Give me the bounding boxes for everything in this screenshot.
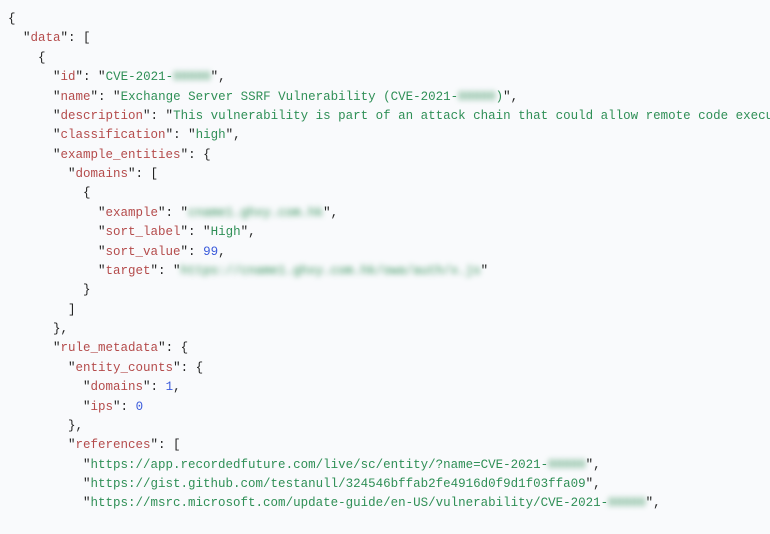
val-sort-label: High	[211, 225, 241, 239]
key-id: id	[61, 70, 76, 84]
key-entity-counts: entity_counts	[76, 361, 174, 375]
key-ec-domains: domains	[91, 380, 144, 394]
val-sort-value: 99	[203, 245, 218, 259]
json-code-block: { "data": [ { "id": "CVE-2021-00000", "n…	[0, 0, 770, 524]
val-ref0-prefix: https://app.recordedfuture.com/live/sc/e…	[91, 458, 549, 472]
val-example-redacted: cname1.ghxy.com.hk	[188, 206, 323, 220]
key-references: references	[76, 438, 151, 452]
key-example-entities: example_entities	[61, 148, 181, 162]
key-data: data	[31, 31, 61, 45]
val-target-redacted: https://cname1.ghxy.com.hk/owa/auth/x.js	[181, 264, 481, 278]
val-ref2-prefix: https://msrc.microsoft.com/update-guide/…	[91, 496, 609, 510]
key-rule-metadata: rule_metadata	[61, 341, 159, 355]
key-target: target	[106, 264, 151, 278]
key-sort-value: sort_value	[106, 245, 181, 259]
val-id-redacted: 00000	[173, 70, 211, 84]
key-domains: domains	[76, 167, 129, 181]
key-name: name	[61, 90, 91, 104]
val-ec-ips: 0	[136, 400, 144, 414]
key-ec-ips: ips	[91, 400, 114, 414]
key-description: description	[61, 109, 144, 123]
val-ec-domains: 1	[166, 380, 174, 394]
val-ref1: https://gist.github.com/testanull/324546…	[91, 477, 586, 491]
val-name-redacted: 00000	[458, 90, 496, 104]
val-id-prefix: CVE-2021-	[106, 70, 174, 84]
val-classification: high	[196, 128, 226, 142]
key-classification: classification	[61, 128, 166, 142]
val-name-prefix: Exchange Server SSRF Vulnerability (CVE-…	[121, 90, 459, 104]
val-ref2-redacted: 00000	[608, 496, 646, 510]
key-example: example	[106, 206, 159, 220]
key-sort-label: sort_label	[106, 225, 181, 239]
val-description: This vulnerability is part of an attack …	[173, 109, 770, 123]
val-ref0-redacted: 00000	[548, 458, 586, 472]
